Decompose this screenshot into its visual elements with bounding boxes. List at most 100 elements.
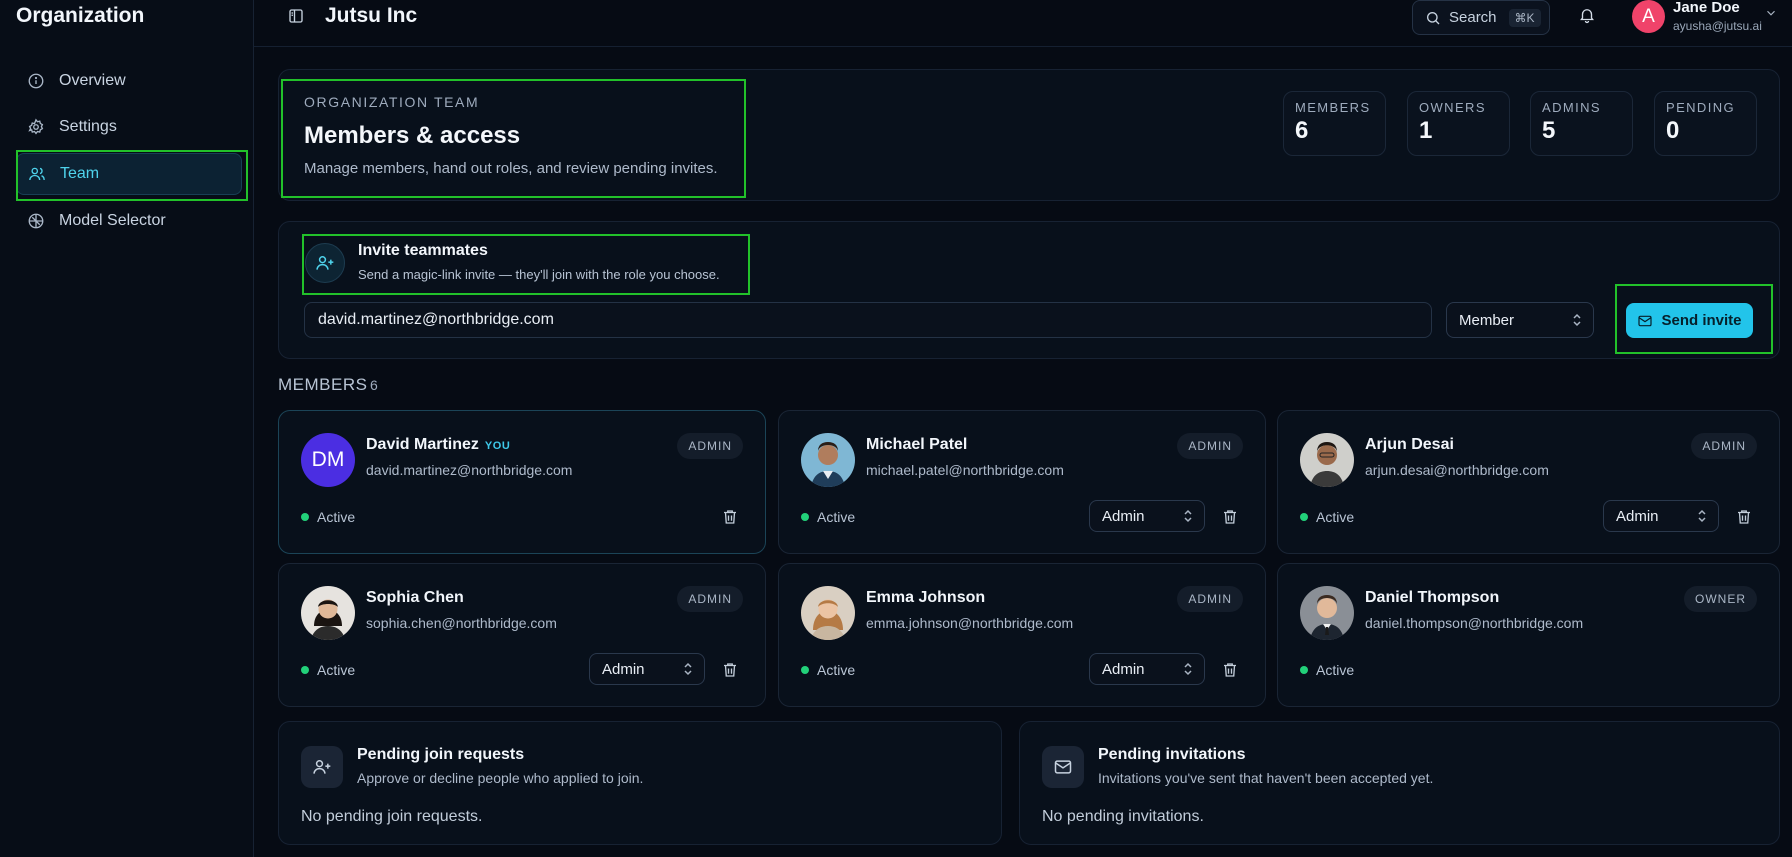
role-select-value: Admin xyxy=(1102,660,1145,678)
trash-icon[interactable] xyxy=(1735,507,1753,527)
sidebar-toggle-icon[interactable] xyxy=(287,7,305,25)
users-icon xyxy=(29,167,45,181)
role-select[interactable]: Admin xyxy=(1089,653,1205,685)
role-badge: ADMIN xyxy=(677,586,743,612)
search-shortcut: ⌘K xyxy=(1508,8,1541,27)
member-card-daniel-thompson: Daniel Thompson daniel.thompson@northbri… xyxy=(1277,563,1780,707)
chevron-updown-icon xyxy=(1698,509,1706,523)
stat-members: MEMBERS 6 xyxy=(1283,91,1386,156)
status-text: Active xyxy=(817,662,856,678)
role-badge: OWNER xyxy=(1684,586,1757,612)
search-icon xyxy=(1427,11,1440,24)
member-email: michael.patel@northbridge.com xyxy=(866,462,1064,478)
avatar xyxy=(1300,433,1354,487)
member-name: Arjun Desai xyxy=(1365,436,1454,453)
status-dot xyxy=(801,513,809,521)
pending-invitations-icon-wrap xyxy=(1042,746,1084,788)
stat-value: 5 xyxy=(1542,117,1556,144)
chevron-down-icon[interactable] xyxy=(1764,6,1778,20)
header-eyebrow: ORGANIZATION TEAM xyxy=(304,94,480,110)
bell-icon[interactable] xyxy=(1578,5,1596,25)
status-dot xyxy=(301,666,309,674)
avatar-photo xyxy=(1300,586,1354,640)
member-email: sophia.chen@northbridge.com xyxy=(366,615,557,631)
role-select-value: Admin xyxy=(1616,507,1659,525)
members-count: 6 xyxy=(370,377,378,393)
chevron-updown-icon xyxy=(1573,313,1581,327)
pending-requests-empty: No pending join requests. xyxy=(301,808,483,825)
pending-invitations-subtitle: Invitations you've sent that haven't bee… xyxy=(1098,770,1434,786)
pending-requests-subtitle: Approve or decline people who applied to… xyxy=(357,770,644,786)
role-select-value: Admin xyxy=(602,660,645,678)
sidebar-item-team[interactable]: Team xyxy=(16,153,242,195)
stat-owners: OWNERS 1 xyxy=(1407,91,1510,156)
model-icon xyxy=(28,213,44,229)
member-name: Daniel Thompson xyxy=(1365,589,1500,606)
sidebar-item-label: Model Selector xyxy=(59,212,166,229)
page-title: Members & access xyxy=(304,122,521,149)
status-dot xyxy=(301,513,309,521)
stat-label: MEMBERS xyxy=(1295,100,1371,115)
chevron-updown-icon xyxy=(1184,509,1192,523)
info-icon xyxy=(28,73,44,89)
avatar-photo xyxy=(801,586,855,640)
avatar-photo xyxy=(301,586,355,640)
mail-icon xyxy=(1638,315,1653,326)
avatar-photo xyxy=(801,433,855,487)
user-name[interactable]: Jane Doe xyxy=(1673,0,1740,16)
user-avatar[interactable]: A xyxy=(1632,0,1665,33)
you-tag: YOU xyxy=(484,440,511,452)
trash-icon[interactable] xyxy=(1221,507,1239,527)
user-plus-icon xyxy=(316,256,334,270)
status-text: Active xyxy=(317,662,356,678)
status: Active xyxy=(801,662,855,678)
status-text: Active xyxy=(817,509,856,525)
avatar xyxy=(301,586,355,640)
role-select[interactable]: Admin xyxy=(1603,500,1719,532)
pending-requests-icon-wrap xyxy=(301,746,343,788)
invite-email-input[interactable]: david.martinez@northbridge.com xyxy=(304,302,1432,338)
trash-icon[interactable] xyxy=(721,660,739,680)
status-dot xyxy=(801,666,809,674)
member-card-david-martinez: DM David Martinez YOU david.martinez@nort… xyxy=(278,410,766,554)
member-email: arjun.desai@northbridge.com xyxy=(1365,462,1549,478)
sidebar-item-label: Settings xyxy=(59,118,117,135)
avatar xyxy=(801,433,855,487)
invite-panel xyxy=(278,221,1780,359)
status-text: Active xyxy=(317,509,356,525)
user-plus-icon xyxy=(313,760,331,774)
search-label: Search xyxy=(1449,9,1497,26)
member-name: Sophia Chen xyxy=(366,589,464,606)
member-email: daniel.thompson@northbridge.com xyxy=(1365,615,1584,631)
role-badge: ADMIN xyxy=(1177,586,1243,612)
members-section-title: MEMBERS xyxy=(278,375,368,394)
role-select[interactable]: Admin xyxy=(1089,500,1205,532)
stat-value: 0 xyxy=(1666,117,1680,144)
invite-subtitle: Send a magic-link invite — they'll join … xyxy=(358,267,720,282)
status-dot xyxy=(1300,513,1308,521)
role-select[interactable]: Admin xyxy=(589,653,705,685)
send-invite-button[interactable]: Send invite xyxy=(1626,303,1753,338)
org-name: Jutsu Inc xyxy=(325,4,418,27)
member-card-sophia-chen: Sophia Chen sophia.chen@northbridge.com … xyxy=(278,563,766,707)
role-badge: ADMIN xyxy=(677,433,743,459)
member-email: emma.johnson@northbridge.com xyxy=(866,615,1074,631)
member-name: Michael Patel xyxy=(866,436,968,453)
avatar xyxy=(801,586,855,640)
sidebar-item-settings[interactable]: Settings xyxy=(16,106,242,148)
avatar: DM xyxy=(301,433,355,487)
invite-role-select[interactable]: Member xyxy=(1446,302,1594,338)
pending-invitations-title: Pending invitations xyxy=(1098,746,1246,763)
member-card-emma-johnson: Emma Johnson emma.johnson@northbridge.co… xyxy=(778,563,1266,707)
stat-value: 1 xyxy=(1419,117,1433,144)
invite-role-value: Member xyxy=(1459,311,1515,329)
search-button[interactable]: Search ⌘K xyxy=(1412,0,1550,35)
status: Active xyxy=(801,509,855,525)
member-name: David Martinez YOU xyxy=(366,436,510,454)
send-invite-label: Send invite xyxy=(1661,312,1742,329)
sidebar-item-model-selector[interactable]: Model Selector xyxy=(16,200,242,242)
sidebar-item-label: Team xyxy=(60,165,100,182)
trash-icon[interactable] xyxy=(1221,660,1239,680)
trash-icon[interactable] xyxy=(721,507,739,527)
sidebar-item-overview[interactable]: Overview xyxy=(16,60,242,102)
